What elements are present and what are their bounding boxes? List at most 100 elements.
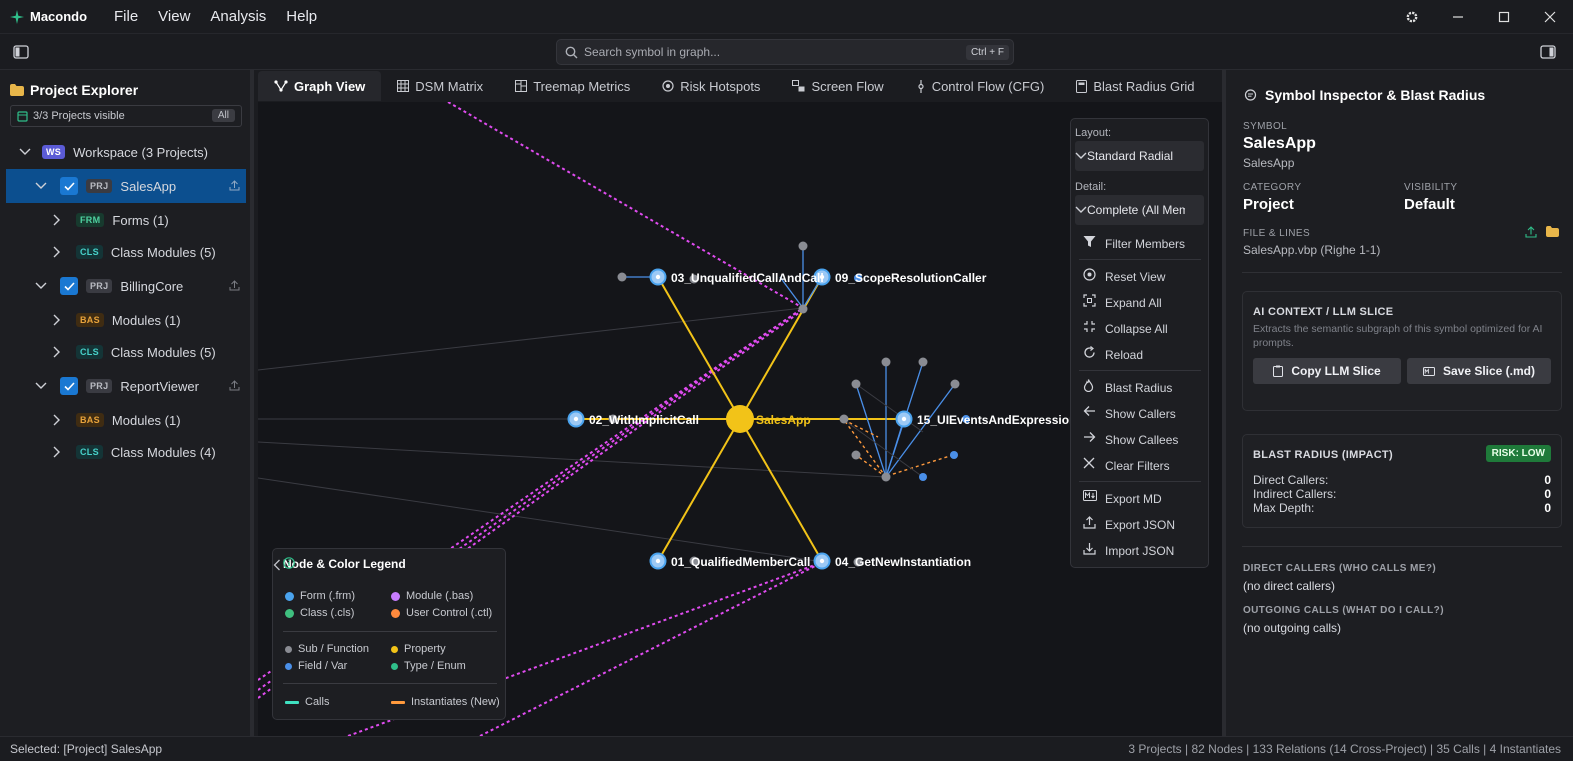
chevron-right-icon[interactable] (50, 445, 64, 459)
tab-dsm-matrix[interactable]: DSM Matrix (381, 71, 499, 101)
tab-control-flow[interactable]: Control Flow (CFG) (900, 71, 1061, 101)
tree-item-billingcore[interactable]: PRJ BillingCore (6, 269, 246, 303)
detail-select[interactable]: Complete (All Members) (1075, 195, 1204, 225)
collapse-all-button[interactable]: Collapse All (1083, 320, 1168, 338)
show-callers-button[interactable]: Show Callers (1083, 405, 1176, 423)
expand-all-button[interactable]: Expand All (1083, 294, 1162, 312)
chevron-down-icon[interactable] (18, 145, 32, 159)
search-input[interactable] (584, 45, 966, 59)
toggle-left-panel-button[interactable] (8, 39, 34, 65)
ai-context-title: AI CONTEXT / LLM SLICE (1253, 306, 1394, 318)
sidebar-right-icon (1540, 45, 1556, 59)
upload-icon[interactable] (229, 280, 240, 291)
chevron-right-icon[interactable] (50, 345, 64, 359)
chevron-down-icon[interactable] (34, 279, 48, 293)
tree-item-label: BillingCore (120, 278, 184, 294)
tree-item-forms[interactable]: FRM Forms (1) (6, 203, 246, 237)
expand-icon (1083, 294, 1096, 307)
legend-sub-function: Sub / Function (285, 643, 369, 655)
show-callees-label: Show Callees (1105, 433, 1179, 447)
tree-item-modules[interactable]: BAS Modules (1) (6, 303, 246, 337)
menu-help[interactable]: Help (276, 0, 327, 34)
upload-icon[interactable] (229, 380, 240, 391)
chevron-right-icon[interactable] (50, 413, 64, 427)
tab-blast-radius-grid[interactable]: Blast Radius Grid (1060, 71, 1210, 101)
save-slice-button[interactable]: Save Slice (.md) (1407, 358, 1551, 384)
upload-icon[interactable] (1525, 226, 1537, 238)
node-label: 03_UnqualifiedCallAndCall (671, 271, 824, 285)
folder-icon[interactable] (1546, 226, 1559, 237)
graph-canvas[interactable]: 03_UnqualifiedCallAndCall 09_ScopeResolu… (258, 102, 1222, 736)
clear-filters-button[interactable]: Clear Filters (1083, 457, 1170, 475)
legend-instantiates: Instantiates (New) (391, 696, 500, 708)
export-md-label: Export MD (1105, 492, 1162, 506)
menu-file[interactable]: File (104, 0, 148, 34)
gear-icon (1406, 11, 1418, 23)
close-button[interactable] (1527, 0, 1573, 34)
member-instantiate-edges (843, 419, 954, 478)
check-icon (63, 181, 75, 191)
show-all-button[interactable]: All (211, 109, 235, 122)
export-md-button[interactable]: Export MD (1083, 490, 1162, 508)
chevron-right-icon[interactable] (50, 313, 64, 327)
maximize-button[interactable] (1481, 0, 1527, 34)
layout-select[interactable]: Standard Radial (1075, 141, 1204, 171)
tree-item-modules[interactable]: BAS Modules (1) (6, 403, 246, 437)
inspector-header: Symbol Inspector & Blast Radius (1244, 87, 1485, 103)
legend-panel: Node & Color Legend Form (.frm) Module (… (272, 548, 506, 720)
menu-bar: File View Analysis Help (104, 0, 327, 34)
screen-flow-icon (792, 80, 805, 92)
tree-item-class-modules[interactable]: CLS Class Modules (5) (6, 335, 246, 369)
visibility-value: Default (1404, 196, 1455, 213)
tab-treemap-metrics[interactable]: Treemap Metrics (499, 71, 646, 101)
tree-item-label: Workspace (3 Projects) (73, 144, 208, 160)
menu-analysis[interactable]: Analysis (200, 0, 276, 34)
chevron-right-icon[interactable] (50, 245, 64, 259)
legend-property: Property (391, 643, 446, 655)
filter-members-button[interactable]: Filter Members (1083, 235, 1185, 253)
tree-item-label: Class Modules (5) (110, 344, 216, 360)
chevron-down-icon[interactable] (34, 179, 48, 193)
chevron-down-icon[interactable] (34, 379, 48, 393)
tab-risk-hotspots[interactable]: Risk Hotspots (646, 71, 776, 101)
project-visible-checkbox[interactable] (60, 277, 78, 295)
filter-icon (1083, 236, 1096, 247)
export-json-button[interactable]: Export JSON (1083, 516, 1175, 534)
layout-panel: Layout: Standard Radial Detail: Complete… (1070, 118, 1209, 568)
minimize-button[interactable] (1435, 0, 1481, 34)
category-caption: CATEGORY (1243, 182, 1302, 193)
show-callees-button[interactable]: Show Callees (1083, 431, 1178, 449)
tab-label: Graph View (294, 78, 366, 94)
tab-graph-view[interactable]: Graph View (258, 71, 382, 101)
import-icon (1083, 543, 1096, 555)
blast-radius-button[interactable]: Blast Radius (1083, 379, 1172, 397)
reset-view-button[interactable]: Reset View (1083, 268, 1165, 286)
tree-item-class-modules[interactable]: CLS Class Modules (5) (6, 235, 246, 269)
copy-llm-slice-button[interactable]: Copy LLM Slice (1253, 358, 1401, 384)
tree-item-salesapp[interactable]: PRJ SalesApp (6, 169, 246, 203)
chevron-right-icon[interactable] (50, 213, 64, 227)
upload-icon[interactable] (229, 180, 240, 191)
tree-item-class-modules[interactable]: CLS Class Modules (4) (6, 435, 246, 469)
menu-view[interactable]: View (148, 0, 200, 34)
category-value: Project (1243, 196, 1294, 213)
tree-item-workspace[interactable]: WS Workspace (3 Projects) (6, 135, 246, 169)
projects-visible-filter[interactable]: 3/3 Projects visible All (10, 105, 242, 127)
settings-button[interactable] (1389, 0, 1435, 34)
project-visible-checkbox[interactable] (60, 377, 78, 395)
chevron-left-icon[interactable] (273, 559, 281, 571)
ai-context-card: AI CONTEXT / LLM SLICE Extracts the sema… (1242, 291, 1562, 411)
tree-item-reportviewer[interactable]: PRJ ReportViewer (6, 369, 246, 403)
markdown-icon (1083, 490, 1097, 501)
project-visible-checkbox[interactable] (60, 177, 78, 195)
inspector-title: Symbol Inspector & Blast Radius (1265, 87, 1486, 103)
visibility-caption: VISIBILITY (1404, 182, 1458, 193)
arrow-right-icon (1084, 432, 1096, 442)
reload-button[interactable]: Reload (1083, 346, 1143, 364)
brand: Macondo (0, 9, 104, 24)
center-project-node[interactable] (726, 405, 754, 433)
window-controls (1389, 0, 1573, 34)
toggle-right-panel-button[interactable] (1535, 39, 1561, 65)
tab-screen-flow[interactable]: Screen Flow (776, 71, 899, 101)
import-json-button[interactable]: Import JSON (1083, 542, 1174, 560)
